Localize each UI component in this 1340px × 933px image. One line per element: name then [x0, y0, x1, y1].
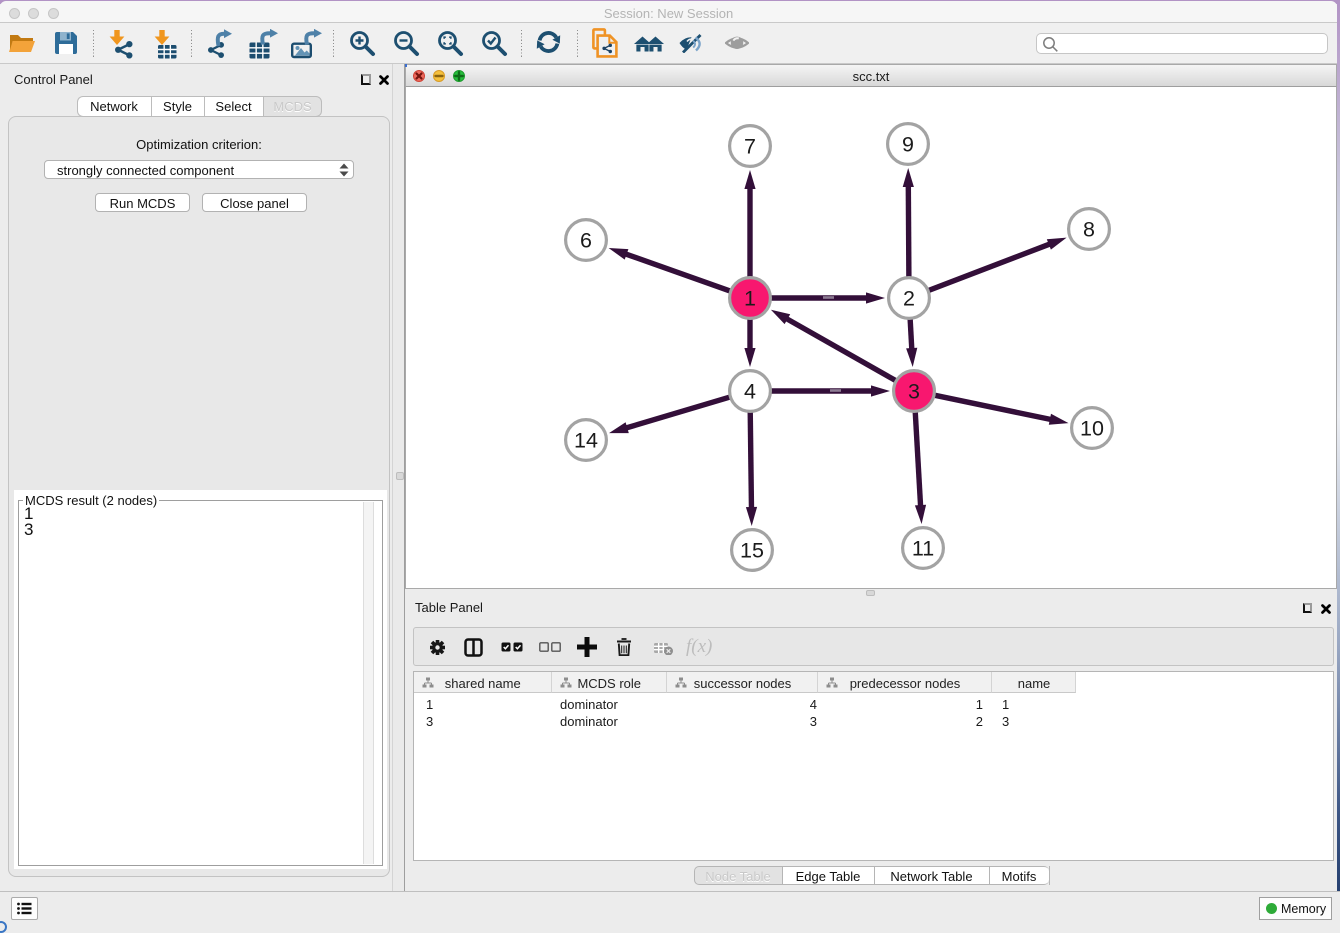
svg-text:8: 8 — [1083, 218, 1095, 242]
svg-text:14: 14 — [574, 429, 598, 453]
svg-text:11: 11 — [912, 537, 934, 561]
svg-text:4: 4 — [744, 380, 756, 404]
svg-text:3: 3 — [908, 380, 920, 404]
svg-text:7: 7 — [744, 135, 756, 159]
svg-text:10: 10 — [1080, 417, 1104, 441]
svg-text:15: 15 — [740, 539, 764, 563]
svg-text:9: 9 — [902, 133, 914, 157]
svg-text:6: 6 — [580, 229, 592, 253]
svg-text:2: 2 — [903, 287, 915, 311]
svg-text:1: 1 — [744, 287, 756, 311]
